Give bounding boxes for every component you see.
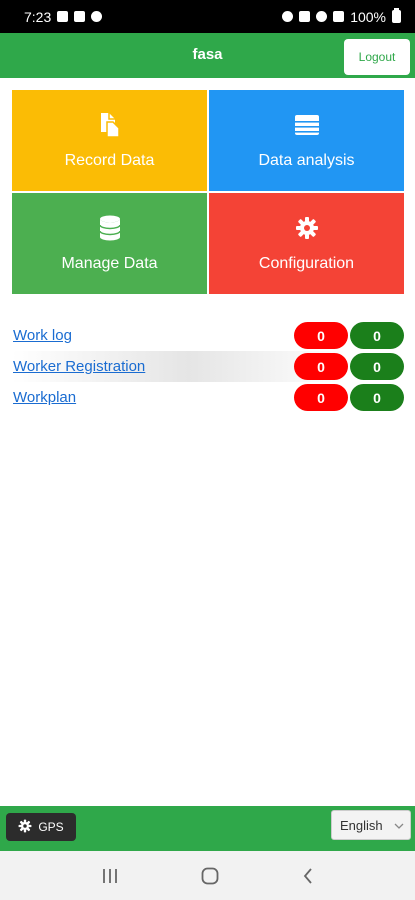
record-list: Work log 0 0 Worker Registration 0 0 Wor… [12, 320, 404, 413]
vibrate-icon [299, 11, 311, 22]
data-analysis-tile[interactable]: Data analysis [209, 90, 404, 191]
settings-notification-icon [91, 11, 103, 22]
badges: 0 0 [294, 353, 404, 380]
alarm-icon [282, 11, 294, 22]
work-log-link[interactable]: Work log [13, 327, 72, 344]
wifi-icon [316, 11, 328, 22]
synced-count-badge[interactable]: 0 [350, 353, 404, 380]
footer-bar: GPS English [0, 806, 415, 851]
record-data-tile[interactable]: Record Data [12, 90, 207, 191]
workplan-link[interactable]: Workplan [13, 389, 76, 406]
pending-count-badge[interactable]: 0 [294, 384, 348, 411]
logout-button[interactable]: Logout [344, 39, 410, 75]
list-item-worker-registration: Worker Registration 0 0 [12, 351, 404, 382]
list-item-work-log: Work log 0 0 [12, 320, 404, 351]
system-nav-bar [0, 851, 415, 900]
badges: 0 0 [294, 322, 404, 349]
configuration-label: Configuration [258, 254, 355, 272]
gps-button[interactable]: GPS [6, 813, 76, 841]
battery-percent: 100% [350, 8, 386, 25]
list-item-workplan: Workplan 0 0 [12, 382, 404, 413]
gear-icon [295, 215, 319, 241]
manage-data-label: Manage Data [61, 254, 158, 272]
configuration-tile[interactable]: Configuration [209, 193, 404, 294]
synced-count-badge[interactable]: 0 [350, 384, 404, 411]
badges: 0 0 [294, 384, 404, 411]
pending-count-badge[interactable]: 0 [294, 322, 348, 349]
back-icon[interactable] [302, 867, 314, 885]
status-time: 7:23 [24, 8, 52, 25]
worker-registration-link[interactable]: Worker Registration [13, 358, 145, 375]
battery-icon [392, 8, 401, 23]
language-value: English [340, 817, 383, 833]
pending-count-badge[interactable]: 0 [294, 353, 348, 380]
synced-count-badge[interactable]: 0 [350, 322, 404, 349]
status-bar: 7:23 100% [0, 0, 415, 33]
menu-tile-grid: Record Data Data analysis Manage Data Co… [12, 90, 404, 295]
language-select[interactable]: English [331, 810, 411, 840]
record-data-label: Record Data [64, 151, 155, 169]
list-icon [294, 112, 320, 138]
chevron-down-icon [394, 819, 404, 834]
database-icon [98, 215, 121, 241]
status-left: 7:23 [24, 8, 103, 25]
status-right: 100% [282, 8, 401, 25]
app-header: fasa Logout [0, 33, 415, 78]
home-icon[interactable] [201, 867, 219, 885]
manage-data-tile[interactable]: Manage Data [12, 193, 207, 294]
file-icon [99, 112, 121, 138]
video-icon [74, 11, 86, 22]
signal-icon [333, 11, 345, 22]
gear-icon [18, 819, 32, 836]
gps-label: GPS [38, 820, 64, 834]
recent-apps-icon[interactable] [101, 868, 119, 884]
image-icon [57, 11, 69, 22]
data-analysis-label: Data analysis [258, 151, 355, 169]
